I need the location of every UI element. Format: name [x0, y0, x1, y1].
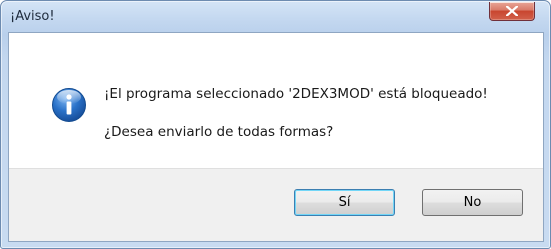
- message-line-1: ¡El programa seleccionado '2DEX3MOD' est…: [104, 86, 488, 102]
- window-title: ¡Aviso!: [10, 9, 55, 24]
- no-button[interactable]: No: [422, 189, 523, 216]
- message-line-2: ¿Desea enviarlo de todas formas?: [104, 124, 334, 140]
- close-button[interactable]: [489, 2, 535, 21]
- button-bar: Sí No: [9, 168, 543, 241]
- dialog-client-area: ¡El programa seleccionado '2DEX3MOD' est…: [8, 32, 544, 242]
- yes-button[interactable]: Sí: [294, 189, 395, 216]
- message-area: ¡El programa seleccionado '2DEX3MOD' est…: [9, 33, 543, 168]
- dialog-window: ¡Aviso! ¡El programa seleccionado '2DEX3…: [0, 0, 551, 249]
- info-icon: [52, 88, 86, 122]
- close-icon: [506, 6, 518, 16]
- title-bar[interactable]: ¡Aviso!: [1, 1, 550, 31]
